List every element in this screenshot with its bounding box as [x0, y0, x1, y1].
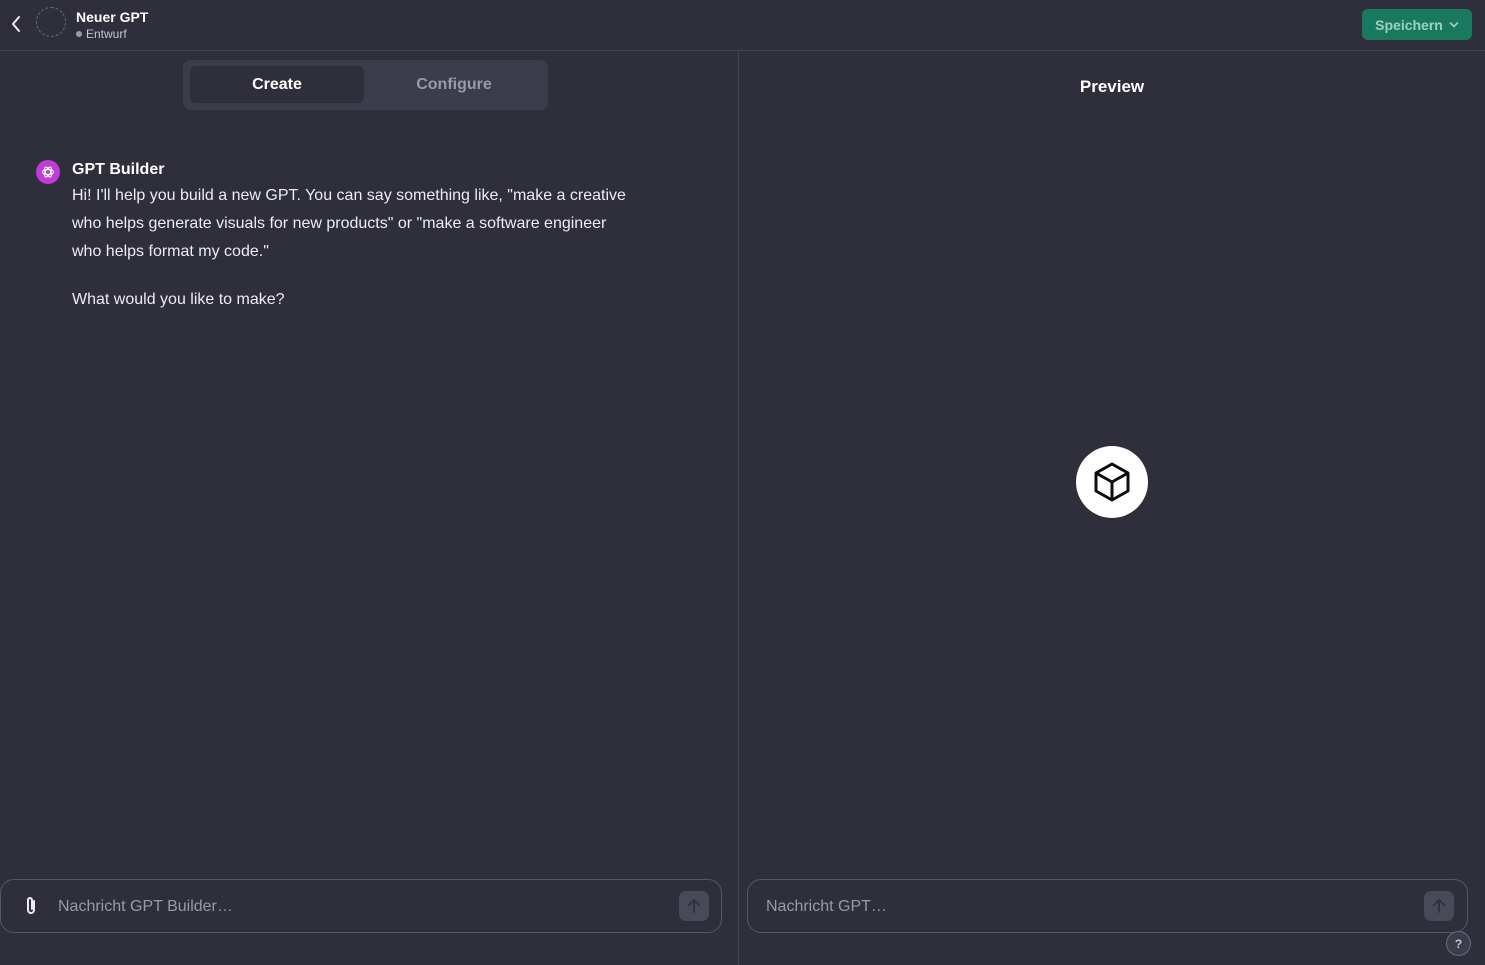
cube-icon: [1094, 462, 1130, 502]
preview-gpt-logo: [1076, 446, 1148, 518]
openai-logo-icon: [41, 166, 55, 178]
chevron-down-icon: [1449, 21, 1459, 27]
preview-title: Preview: [1079, 77, 1145, 96]
tab-configure[interactable]: Configure: [367, 66, 541, 103]
back-button[interactable]: [6, 13, 26, 35]
message-sender-name: GPT Builder: [72, 161, 165, 178]
preview-send-button[interactable]: [1424, 891, 1454, 921]
paperclip-icon: [27, 897, 35, 914]
arrow-up-icon: [688, 899, 700, 913]
gpt-builder-avatar: [36, 160, 60, 184]
tab-create[interactable]: Create: [190, 66, 364, 103]
attach-button[interactable]: [20, 894, 42, 918]
gpt-title: Neuer GPT: [76, 9, 149, 25]
save-button[interactable]: Speichern: [1362, 9, 1472, 40]
builder-send-button[interactable]: [679, 891, 709, 921]
builder-composer: [0, 879, 722, 933]
builder-question: What would you like to make?: [72, 291, 285, 308]
preview-message-input[interactable]: [764, 893, 1408, 921]
builder-message-input[interactable]: [56, 893, 660, 921]
status-dot-icon: [76, 31, 82, 37]
save-button-label: Speichern: [1375, 16, 1443, 33]
panel-divider: [738, 51, 739, 965]
help-button[interactable]: ?: [1446, 931, 1471, 956]
chevron-left-icon: [12, 16, 20, 32]
mode-tabs: Create Configure: [183, 60, 548, 110]
builder-message: Hi! I'll help you build a new GPT. You c…: [72, 187, 626, 260]
top-bar: Neuer GPT Entwurf Speichern: [0, 0, 1485, 51]
gpt-status: Entwurf: [76, 27, 127, 41]
status-label: Entwurf: [86, 27, 127, 41]
preview-composer: [747, 879, 1468, 933]
gpt-avatar-placeholder[interactable]: [36, 7, 66, 37]
arrow-up-icon: [1433, 899, 1445, 913]
